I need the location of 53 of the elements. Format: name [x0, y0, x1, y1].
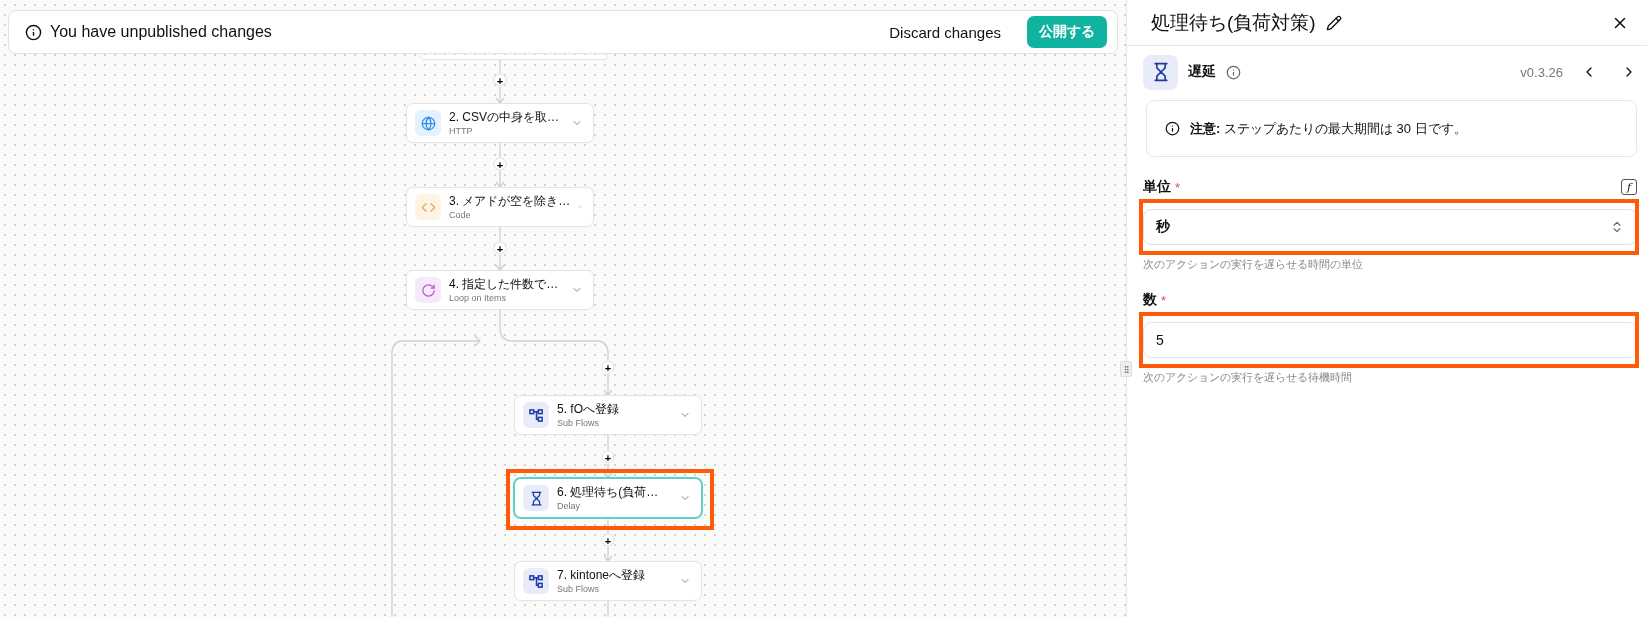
- connector-arrow: [603, 546, 613, 563]
- add-step-button[interactable]: +: [601, 360, 615, 374]
- discard-button[interactable]: Discard changes: [879, 17, 1011, 47]
- node-type: Delay: [557, 500, 581, 512]
- node-title: 2. CSVの中身を取…: [449, 109, 560, 125]
- flow-node[interactable]: 6. 処理待ち(負荷… Delay: [514, 478, 702, 518]
- required-mark: *: [1161, 292, 1167, 308]
- connector-arrow: [495, 254, 505, 272]
- required-mark: *: [1175, 179, 1181, 195]
- node-title: 7. kintoneへ登録: [557, 567, 647, 583]
- node-type: Code: [449, 209, 472, 221]
- flow-chart-icon: [528, 407, 544, 423]
- panel-title: 処理待ち(負荷対策): [1151, 10, 1316, 35]
- node-title: 6. 処理待ち(負荷…: [557, 484, 660, 500]
- node-type: Sub Flows: [557, 417, 601, 429]
- notice-text: 注意: ステップあたりの最大期間は 30 日です。: [1190, 119, 1467, 138]
- add-step-button[interactable]: +: [493, 241, 507, 255]
- field-hint: 次のアクションの実行を遅らせる待機時間: [1143, 370, 1353, 385]
- flow-node[interactable]: [420, 55, 608, 60]
- banner-message: You have unpublished changes: [50, 23, 273, 41]
- add-step-button[interactable]: +: [493, 157, 507, 171]
- flow-node[interactable]: 7. kintoneへ登録 Sub Flows: [514, 561, 702, 601]
- connector-arrow: [495, 170, 505, 189]
- node-title: 5. fOへ登録: [557, 401, 620, 417]
- node-type: Sub Flows: [557, 583, 601, 595]
- node-title: 4. 指定した件数で…: [449, 276, 560, 292]
- version-label: v0.3.26: [1520, 64, 1563, 80]
- flow-chart-icon: [528, 573, 544, 589]
- field-label: 数: [1143, 291, 1157, 309]
- flow-node[interactable]: 3. メアドが空を除き… Code: [406, 187, 594, 227]
- flow-node[interactable]: 4. 指定した件数で… Loop on Items: [406, 270, 594, 310]
- add-step-button[interactable]: +: [601, 533, 615, 547]
- node-type: Loop on Items: [449, 292, 508, 304]
- info-icon: [1165, 121, 1180, 136]
- add-step-button[interactable]: +: [601, 450, 615, 464]
- field-hint: 次のアクションの実行を遅らせる時間の単位: [1143, 257, 1364, 272]
- globe-icon: [420, 115, 436, 131]
- node-type: HTTP: [449, 125, 474, 137]
- connector-arrow: [603, 463, 613, 480]
- flow-node[interactable]: 2. CSVの中身を取… HTTP: [406, 103, 594, 143]
- connector-arrow: [495, 86, 505, 105]
- loop-icon: [420, 282, 436, 298]
- resize-handle[interactable]: [1120, 361, 1132, 377]
- flow-node[interactable]: 5. fOへ登録 Sub Flows: [514, 395, 702, 435]
- edit-icon[interactable]: [1325, 14, 1342, 31]
- node-title: 3. メアドが空を除き…: [449, 193, 571, 209]
- formula-toggle[interactable]: f: [1621, 179, 1637, 195]
- connector-arrow: [603, 373, 613, 397]
- add-step-button[interactable]: +: [493, 73, 507, 87]
- info-icon[interactable]: [1226, 64, 1241, 80]
- step-name: 遅延: [1188, 63, 1216, 81]
- field-label: 単位: [1143, 178, 1171, 196]
- info-icon: [25, 23, 42, 41]
